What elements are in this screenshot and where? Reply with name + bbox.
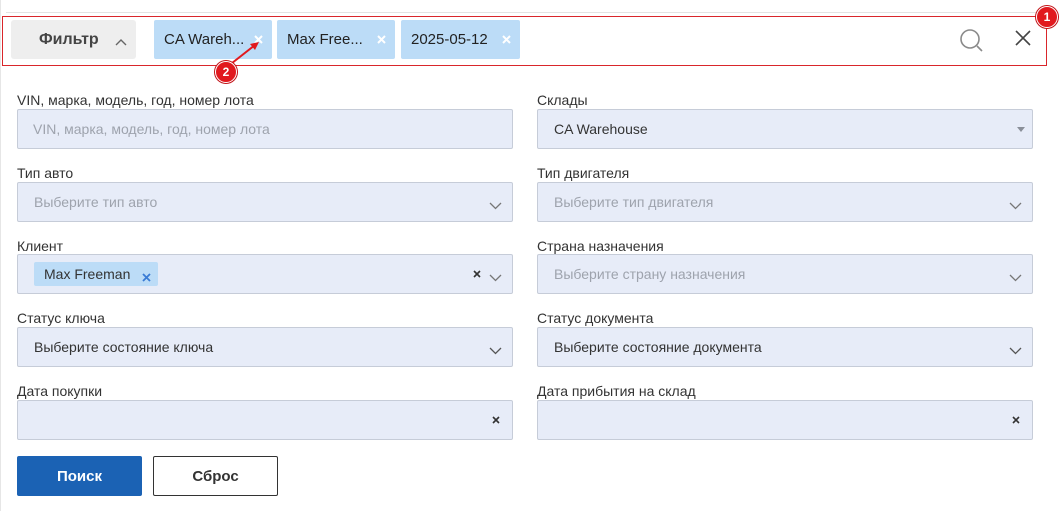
key-status-select[interactable]: Выберите состояние ключа [17, 327, 513, 367]
active-filters-bar: Фильтр CA Wareh... Max Free... 2025-05-1… [2, 16, 1047, 66]
car-type-select[interactable]: Выберите тип авто [17, 182, 513, 222]
remove-client-icon[interactable] [142, 269, 151, 287]
purchase-date-label: Дата покупки [17, 383, 103, 399]
vin-label: VIN, марка, модель, год, номер лота [17, 92, 254, 108]
annotation-badge: 1 [1036, 6, 1058, 28]
document-status-select[interactable]: Выберите состояние документа [537, 327, 1033, 367]
filter-chip-label: Max Free... [287, 31, 363, 48]
chevron-down-icon [489, 269, 502, 287]
chevron-down-icon [1009, 197, 1022, 215]
chevron-down-icon [1009, 342, 1022, 360]
purchase-date-field[interactable] [17, 400, 513, 440]
engine-type-select[interactable]: Выберите тип двигателя [537, 182, 1033, 222]
chevron-down-icon [489, 197, 502, 215]
arrival-date-field[interactable] [537, 400, 1033, 440]
chevron-down-icon [489, 342, 502, 360]
car-type-label: Тип авто [17, 165, 74, 181]
warehouse-select[interactable]: CA Warehouse [537, 109, 1033, 149]
destination-country-select[interactable]: Выберите страну назначения [537, 254, 1033, 294]
key-status-label: Статус ключа [17, 310, 105, 326]
search-icon[interactable] [959, 28, 985, 59]
remove-filter-icon[interactable] [375, 33, 387, 45]
key-status-value: Выберите состояние ключа [34, 339, 214, 355]
document-status-label: Статус документа [537, 310, 654, 326]
filter-chip-warehouse: CA Wareh... [154, 20, 272, 59]
clear-icon[interactable] [472, 269, 482, 279]
close-icon[interactable] [1015, 30, 1031, 51]
client-label: Клиент [17, 238, 64, 254]
page-border [0, 0, 1, 511]
filter-chip-label: 2025-05-12 [411, 31, 488, 48]
engine-type-label: Тип двигателя [537, 165, 630, 181]
destination-country-label: Страна назначения [537, 238, 664, 254]
caret-down-icon [1017, 127, 1025, 132]
vin-input[interactable] [18, 110, 512, 148]
engine-type-placeholder: Выберите тип двигателя [554, 194, 714, 210]
annotation-badge: 2 [215, 61, 237, 83]
warehouse-label: Склады [537, 92, 588, 108]
vin-field [17, 109, 513, 149]
filter-toggle-button[interactable]: Фильтр [11, 20, 136, 59]
filter-chip-label: CA Wareh... [164, 31, 245, 48]
remove-filter-icon[interactable] [500, 33, 512, 45]
filter-chip-client: Max Free... [277, 20, 395, 59]
warehouse-value: CA Warehouse [554, 121, 648, 137]
destination-country-placeholder: Выберите страну назначения [554, 266, 746, 282]
filter-toggle-label: Фильтр [39, 30, 99, 48]
car-type-placeholder: Выберите тип авто [34, 194, 158, 210]
chevron-up-icon [115, 33, 127, 51]
client-chip-label: Max Freeman [44, 266, 131, 282]
search-button[interactable]: Поиск [17, 456, 142, 496]
divider [6, 12, 1048, 13]
filter-chip-date: 2025-05-12 [401, 20, 520, 59]
client-select[interactable]: Max Freeman [17, 254, 513, 294]
chevron-down-icon [1009, 269, 1022, 287]
client-chip: Max Freeman [34, 262, 159, 287]
arrival-date-label: Дата прибытия на склад [537, 383, 696, 399]
clear-icon[interactable] [491, 415, 501, 425]
document-status-value: Выберите состояние документа [554, 339, 762, 355]
remove-filter-icon[interactable] [252, 33, 264, 45]
reset-button[interactable]: Сброс [153, 456, 278, 496]
clear-icon[interactable] [1011, 415, 1021, 425]
